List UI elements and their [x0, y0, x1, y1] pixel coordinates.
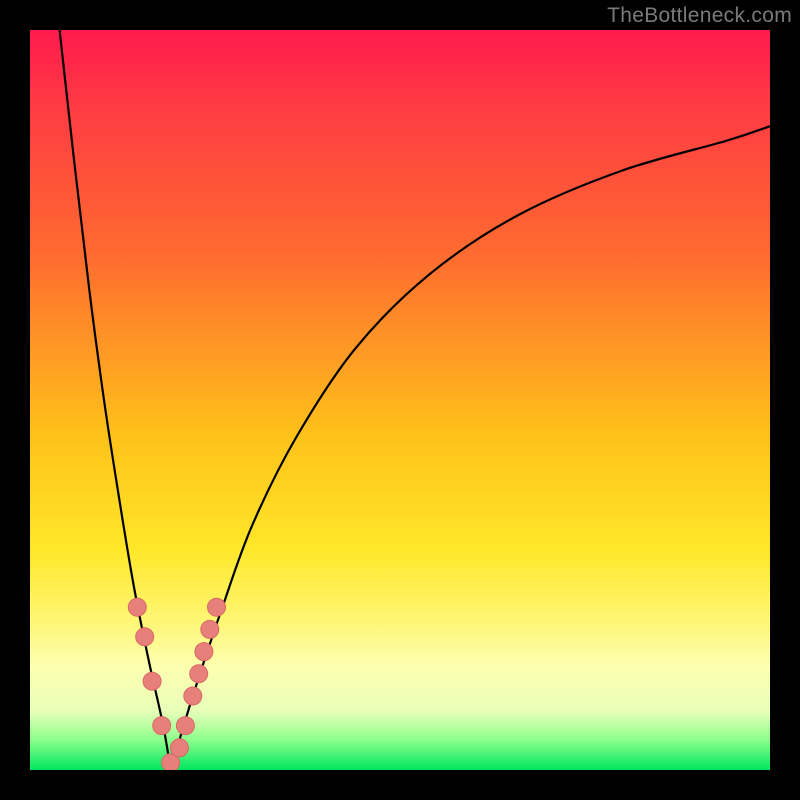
chart-frame: TheBottleneck.com — [0, 0, 800, 800]
sample-marker — [190, 665, 208, 683]
bottleneck-curve — [60, 30, 770, 770]
sample-marker — [171, 739, 189, 757]
curve-left-branch — [60, 30, 171, 770]
sample-marker — [195, 643, 213, 661]
sample-marker — [136, 628, 154, 646]
sample-marker — [143, 672, 161, 690]
curve-layer — [30, 30, 770, 770]
watermark-text: TheBottleneck.com — [607, 4, 792, 28]
sample-marker — [176, 717, 194, 735]
sample-marker — [153, 717, 171, 735]
sample-markers — [128, 598, 225, 770]
curve-right-branch — [171, 126, 770, 770]
sample-marker — [208, 598, 226, 616]
sample-marker — [184, 687, 202, 705]
sample-marker — [201, 620, 219, 638]
plot-area — [30, 30, 770, 770]
sample-marker — [128, 598, 146, 616]
